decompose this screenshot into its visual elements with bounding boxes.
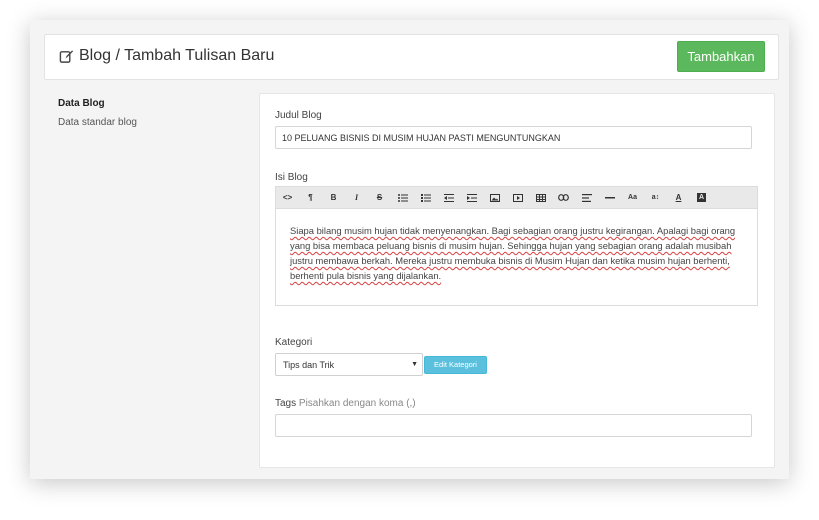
title-label: Judul Blog [275, 110, 322, 121]
app-window: Blog / Tambah Tulisan Baru Tambahkan Dat… [30, 20, 789, 479]
chevron-down-icon: ▼ [411, 361, 418, 368]
video-icon[interactable] [506, 187, 529, 209]
category-label: Kategori [275, 337, 313, 348]
add-post-button[interactable]: Tambahkan [677, 41, 765, 72]
page-header: Blog / Tambah Tulisan Baru Tambahkan [44, 34, 779, 80]
category-selected-value: Tips dan Trik [283, 360, 335, 370]
page-title-text: Blog / Tambah Tulisan Baru [79, 47, 275, 64]
category-select[interactable]: Tips dan Trik ▼ [275, 353, 423, 376]
section-description: Data standar blog [58, 117, 137, 128]
horizontal-rule-icon[interactable] [598, 187, 621, 209]
strikethrough-icon[interactable]: S [368, 187, 391, 209]
unordered-list-icon[interactable] [391, 187, 414, 209]
content-editor[interactable]: Siapa bilang musim hujan tidak menyenang… [275, 208, 758, 306]
tags-hint: Pisahkan dengan koma (,) [298, 398, 416, 409]
form-panel: Judul Blog Isi Blog <> ¶ B I S [259, 93, 775, 468]
page-title: Blog / Tambah Tulisan Baru [59, 47, 274, 65]
title-input[interactable] [275, 126, 752, 149]
italic-icon[interactable]: I [345, 187, 368, 209]
section-title: Data Blog [58, 98, 105, 109]
tags-input[interactable] [275, 414, 752, 437]
edit-category-button[interactable]: Edit Kategori [424, 356, 487, 374]
outdent-icon[interactable] [437, 187, 460, 209]
align-left-icon[interactable] [575, 187, 598, 209]
font-size-icon[interactable]: Aa [621, 187, 644, 209]
edit-icon [59, 49, 74, 64]
line-height-icon[interactable]: a↕ [644, 187, 667, 209]
text-color-icon[interactable]: A [667, 187, 690, 209]
link-icon[interactable] [552, 187, 575, 209]
content-label: Isi Blog [275, 172, 308, 183]
editor-toolbar: <> ¶ B I S Aa a↕ A A [275, 186, 758, 208]
paragraph-icon[interactable]: ¶ [299, 187, 322, 209]
code-view-icon[interactable]: <> [276, 187, 299, 209]
indent-icon[interactable] [460, 187, 483, 209]
editor-content-text[interactable]: Siapa bilang musim hujan tidak menyenang… [290, 223, 745, 283]
tags-label: Tags [275, 398, 297, 409]
table-icon[interactable] [529, 187, 552, 209]
image-icon[interactable] [483, 187, 506, 209]
ordered-list-icon[interactable] [414, 187, 437, 209]
background-color-icon[interactable]: A [690, 187, 713, 209]
tags-label-row: Tags Pisahkan dengan koma (,) [275, 398, 416, 409]
bold-icon[interactable]: B [322, 187, 345, 209]
